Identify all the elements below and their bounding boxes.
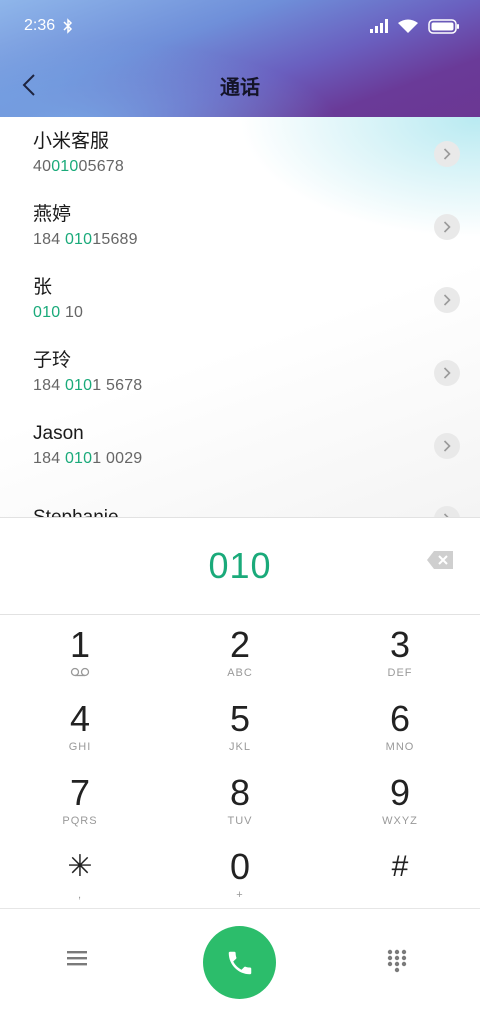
contact-name: Jason: [33, 422, 84, 444]
bluetooth-icon: [63, 18, 73, 34]
key-hash[interactable]: #: [320, 837, 480, 908]
key-5[interactable]: 5 JKL: [160, 689, 320, 763]
key-9[interactable]: 9 WXYZ: [320, 763, 480, 837]
chevron-right-icon: [443, 367, 451, 379]
list-item[interactable]: Jason 184 0101 0029: [0, 409, 480, 482]
key-8[interactable]: 8 TUV: [160, 763, 320, 837]
key-4[interactable]: 4 GHI: [0, 689, 160, 763]
key-7[interactable]: 7 PQRS: [0, 763, 160, 837]
status-time: 2:36: [24, 17, 56, 34]
dialpad-toggle-button[interactable]: [386, 949, 412, 975]
key-1[interactable]: 1: [0, 615, 160, 689]
contact-detail-button[interactable]: [434, 214, 460, 240]
voicemail-icon: [70, 667, 90, 677]
status-bar: 2:36: [0, 0, 480, 52]
key-6[interactable]: 6 MNO: [320, 689, 480, 763]
wifi-icon: [398, 19, 418, 33]
key-3[interactable]: 3 DEF: [320, 615, 480, 689]
battery-icon: [428, 18, 459, 34]
menu-icon: [67, 951, 87, 966]
backspace-button[interactable]: [426, 550, 454, 570]
contact-detail-button[interactable]: [434, 287, 460, 313]
list-item[interactable]: 张 010 10: [0, 263, 480, 336]
contact-name: Stephanie: [33, 506, 119, 518]
list-item[interactable]: Stephanie: [0, 482, 480, 517]
contact-detail-button[interactable]: [434, 141, 460, 167]
dialpad-icon: [387, 949, 407, 973]
dialed-number: 010: [208, 545, 272, 586]
dialpad: 1 2 ABC 3 DEF 4 GHI 5 JKL 6 MNO 7 PQRS 8…: [0, 615, 480, 908]
chevron-right-icon: [443, 148, 451, 160]
back-button[interactable]: [14, 68, 44, 102]
contact-name: 子玲: [33, 349, 72, 371]
contact-detail-button[interactable]: [434, 360, 460, 386]
chevron-right-icon: [443, 440, 451, 452]
title-bar: 通话: [0, 60, 480, 110]
key-2[interactable]: 2 ABC: [160, 615, 320, 689]
contact-name: 张: [33, 276, 53, 298]
contact-number: 184 0101 5678: [33, 376, 143, 394]
dial-input[interactable]: 010: [0, 517, 480, 615]
contact-number: 4001005678: [33, 157, 124, 175]
call-button[interactable]: [203, 926, 276, 999]
page-title: 通话: [220, 76, 260, 99]
header: 2:36 通话: [0, 0, 480, 117]
key-star[interactable]: ✳ ,: [0, 837, 160, 908]
contact-list[interactable]: 小米客服 4001005678 燕婷 184 01015689 张 010 10: [0, 117, 480, 517]
contact-number: 184 01015689: [33, 230, 138, 248]
contact-detail-button[interactable]: [434, 433, 460, 459]
chevron-right-icon: [443, 294, 451, 306]
contact-name: 小米客服: [33, 130, 110, 152]
backspace-icon: [427, 551, 453, 569]
list-item[interactable]: 小米客服 4001005678: [0, 117, 480, 190]
phone-icon: [228, 951, 251, 974]
signal-icon: [370, 19, 388, 33]
list-item[interactable]: 燕婷 184 01015689: [0, 190, 480, 263]
back-icon: [22, 74, 35, 96]
contact-detail-button[interactable]: [434, 506, 460, 517]
contact-name: 燕婷: [33, 203, 72, 225]
key-0[interactable]: 0 +: [160, 837, 320, 908]
menu-button[interactable]: [66, 949, 96, 973]
bottom-bar: [0, 908, 480, 1013]
contact-number: 184 0101 0029: [33, 449, 143, 467]
dialer-screen: 2:36 通话 小米客服 4001005678 燕婷 184 01015689 …: [0, 0, 480, 1013]
list-item[interactable]: 子玲 184 0101 5678: [0, 336, 480, 409]
chevron-right-icon: [443, 221, 451, 233]
contact-number: 010 10: [33, 303, 84, 321]
